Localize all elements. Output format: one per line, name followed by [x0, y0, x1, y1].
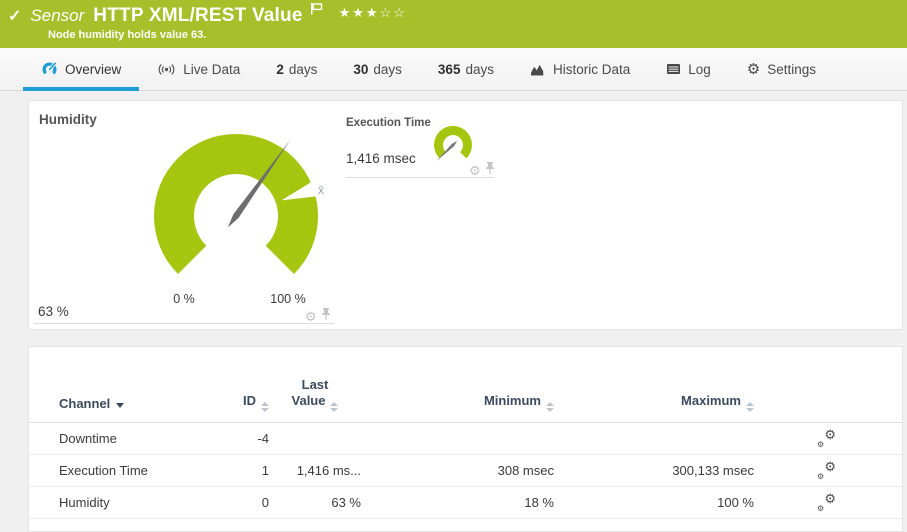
live-data-icon: [157, 62, 176, 77]
widget-divider: [34, 323, 334, 324]
gauge-min-label: 0 %: [154, 292, 214, 306]
channels-table-header: Channel ID Last Value Minimum Maximum: [29, 347, 902, 423]
cell-minimum: 18 %: [361, 495, 554, 510]
sensor-kind-label: Sensor: [30, 6, 84, 26]
humidity-gauge[interactable]: x̄: [89, 101, 389, 316]
tab-label: Historic Data: [553, 62, 630, 77]
gear-icon[interactable]: ⚙: [305, 310, 317, 323]
column-header-minimum[interactable]: Minimum: [361, 393, 554, 422]
cell-channel: Downtime: [59, 431, 241, 446]
cell-id: 0: [241, 495, 269, 510]
priority-stars[interactable]: ★★★☆☆: [339, 5, 407, 21]
column-label: Channel: [59, 396, 110, 411]
cell-id: 1: [241, 463, 269, 478]
tab-30-days[interactable]: 30 days: [335, 48, 420, 90]
column-header-id[interactable]: ID: [241, 393, 269, 422]
gauge-icon: [41, 61, 58, 77]
cell-maximum: 300,133 msec: [554, 463, 754, 478]
column-header-channel[interactable]: Channel: [59, 396, 241, 422]
cell-last-value: 1,416 ms...: [269, 463, 361, 478]
tab-historic-data[interactable]: Historic Data: [512, 48, 648, 90]
column-label: ID: [243, 393, 256, 408]
tab-number: 30: [353, 62, 368, 77]
tab-overview[interactable]: Overview: [23, 48, 139, 90]
cell-channel: Humidity: [59, 495, 241, 510]
tab-2-days[interactable]: 2 days: [258, 48, 335, 90]
overview-gauges-panel: Humidity x̄ 0 % 100 % 63 % ⚙ Execution T…: [28, 100, 903, 330]
sort-desc-icon: [116, 403, 124, 408]
column-header-maximum[interactable]: Maximum: [554, 393, 754, 422]
tab-label: Live Data: [183, 62, 240, 77]
tab-log[interactable]: Log: [648, 48, 729, 90]
page-title: HTTP XML/REST Value: [93, 5, 302, 27]
log-icon: [666, 63, 681, 75]
tab-number: 365: [438, 62, 461, 77]
cell-maximum: 100 %: [554, 495, 754, 510]
sensor-header: ✓ Sensor HTTP XML/REST Value ★★★☆☆ Node …: [0, 0, 907, 48]
tab-live-data[interactable]: Live Data: [139, 48, 258, 90]
sensor-status-message: Node humidity holds value 63.: [48, 29, 206, 41]
column-label: Last Value: [292, 377, 329, 408]
sort-icon: [261, 402, 269, 412]
gauge-arc: [434, 126, 472, 158]
tab-bar: Overview Live Data 2 days 30 days 365 da…: [0, 48, 907, 91]
status-ok-icon: ✓: [8, 6, 21, 26]
sort-icon: [746, 402, 754, 412]
humidity-current-value: 63 %: [38, 304, 69, 319]
stars-empty: ☆☆: [380, 5, 407, 20]
channels-table-panel: Channel ID Last Value Minimum Maximum Do…: [28, 346, 903, 532]
tab-label: Settings: [767, 62, 816, 77]
average-marker-label: x̄: [318, 183, 324, 197]
cell-last-value: 63 %: [269, 495, 361, 510]
tab-label: days: [465, 62, 494, 77]
historic-data-icon: [530, 63, 546, 76]
stars-filled: ★★★: [339, 5, 380, 20]
column-label: Maximum: [681, 393, 741, 408]
channel-settings-icon[interactable]: ⚙⚙: [816, 494, 838, 512]
execution-time-current-value: 1,416 msec: [346, 151, 416, 166]
cell-channel: Execution Time: [59, 463, 241, 478]
tab-settings[interactable]: ⚙ Settings: [729, 48, 834, 90]
column-header-last-value[interactable]: Last Value: [285, 377, 345, 422]
cell-minimum: 308 msec: [361, 463, 554, 478]
gauge-max-label: 100 %: [258, 292, 318, 306]
column-label: Minimum: [484, 393, 541, 408]
tab-number: 2: [276, 62, 284, 77]
table-row: Downtime -4 ⚙⚙: [29, 423, 902, 455]
tab-label: Log: [688, 62, 711, 77]
execution-time-gauge-title: Execution Time: [346, 117, 431, 129]
tab-label: days: [289, 62, 318, 77]
tab-label: days: [373, 62, 402, 77]
table-row: Humidity 0 63 % 18 % 100 % ⚙⚙: [29, 487, 902, 519]
gear-icon: ⚙: [747, 62, 760, 77]
sort-icon: [330, 402, 338, 412]
widget-divider: [346, 177, 494, 178]
channel-settings-icon[interactable]: ⚙⚙: [816, 430, 838, 448]
tab-365-days[interactable]: 365 days: [420, 48, 512, 90]
gear-icon[interactable]: ⚙: [469, 164, 481, 177]
flag-icon[interactable]: [310, 2, 323, 20]
tab-label: Overview: [65, 62, 121, 77]
channel-settings-icon[interactable]: ⚙⚙: [816, 462, 838, 480]
sort-icon: [546, 402, 554, 412]
cell-id: -4: [241, 431, 269, 446]
table-row: Execution Time 1 1,416 ms... 308 msec 30…: [29, 455, 902, 487]
gauge-arc: [154, 134, 318, 274]
